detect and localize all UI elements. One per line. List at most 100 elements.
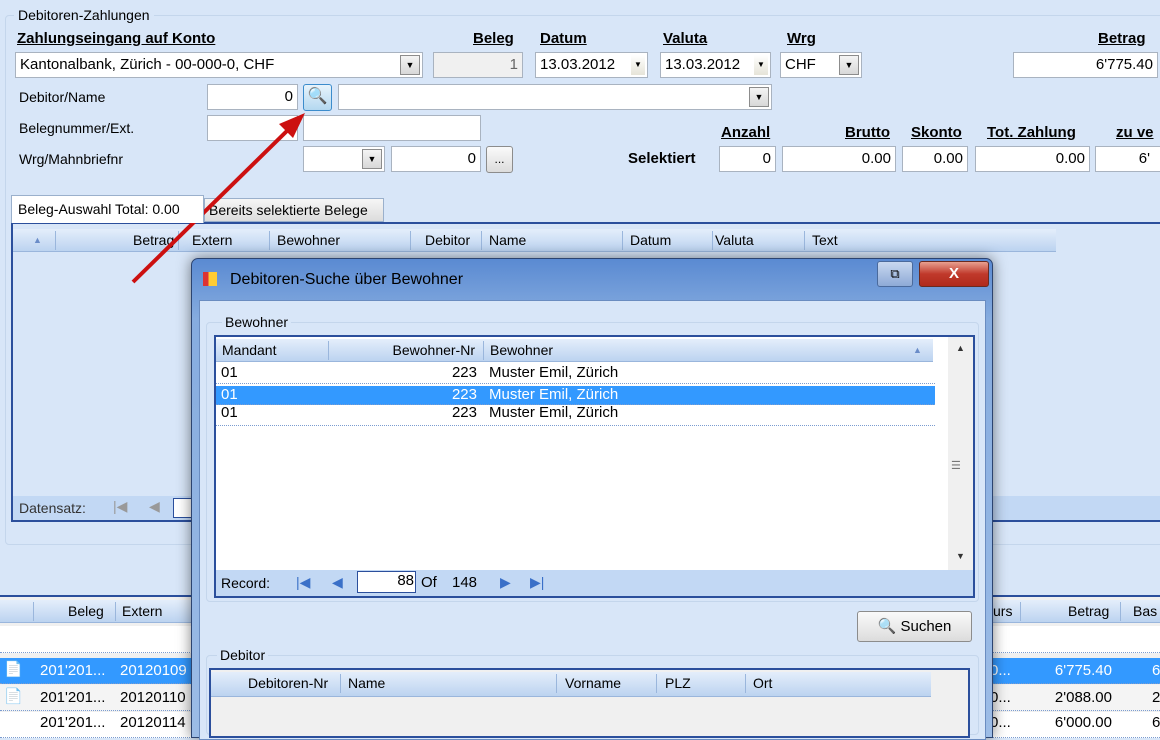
valuta-value: 13.03.2012 — [665, 56, 741, 73]
debitor-group-label: Debitor — [217, 647, 269, 663]
skonto-header: Skonto — [911, 124, 962, 141]
cell-betrag: 6'000.00 — [1054, 714, 1112, 731]
debitor-field[interactable]: 0 — [207, 84, 298, 110]
chevron-down-icon[interactable]: ▼ — [631, 55, 645, 75]
record-input[interactable]: 88 — [357, 571, 416, 593]
first-record-icon[interactable]: |◀ — [113, 498, 127, 515]
cell-betrag: 6'775.40 — [1054, 662, 1112, 679]
col-datum[interactable]: Datum — [630, 232, 671, 248]
bewohner-grid-header: Mandant Bewohner-Nr Bewohner ▲ — [216, 339, 933, 362]
col-valuta[interactable]: Valuta — [715, 232, 754, 248]
belegnr-label: Belegnummer/Ext. — [19, 120, 135, 136]
wrg-combo[interactable]: CHF ▼ — [780, 52, 862, 78]
app-icon — [203, 272, 217, 286]
sort-icon[interactable]: ▲ — [913, 345, 922, 355]
skonto-field: 0.00 — [902, 146, 968, 172]
scroll-grip-icon[interactable]: ☰ — [951, 459, 961, 472]
table-row[interactable]: 01 223 Muster Emil, Zürich — [216, 386, 935, 405]
col-ort[interactable]: Ort — [753, 675, 772, 691]
cell-extern: 20120109 — [120, 662, 187, 679]
datum-picker[interactable]: 13.03.2012 ▼ — [535, 52, 648, 78]
col-betrag[interactable]: Betrag — [133, 232, 174, 248]
datum-value: 13.03.2012 — [540, 56, 616, 73]
cell-bas: 2 — [1152, 689, 1160, 706]
cell-name: Muster Emil, Zürich — [489, 364, 619, 381]
close-button[interactable]: X — [919, 261, 989, 287]
zu-verteilen-field: 6' — [1095, 146, 1160, 172]
col-bewohner[interactable]: Bewohner — [490, 342, 553, 358]
cell-name: Muster Emil, Zürich — [489, 404, 619, 421]
record-nav: Record: |◀ ◀ 88 Of 148 ▶ ▶| — [216, 570, 973, 596]
betrag-field[interactable]: 6'775.40 — [1013, 52, 1158, 78]
restore-button[interactable]: ⧉ — [877, 261, 913, 287]
konto-value: Kantonalbank, Zürich - 00-000-0, CHF — [20, 56, 275, 73]
prev-record-icon[interactable]: ◀ — [149, 498, 160, 515]
cell-nr: 223 — [451, 364, 477, 381]
mahn-nr-field[interactable]: 0 — [391, 146, 481, 172]
wrg-value: CHF — [785, 56, 816, 73]
cell-betrag: 2'088.00 — [1054, 689, 1112, 706]
col-extern[interactable]: Extern — [192, 232, 232, 248]
cell-beleg: 201'201... — [40, 689, 106, 706]
col-text[interactable]: Text — [812, 232, 838, 248]
selektiert-label: Selektiert — [628, 150, 696, 167]
col-extern[interactable]: Extern — [122, 603, 162, 619]
dialog-title: Debitoren-Suche über Bewohner — [230, 271, 464, 288]
cell-mandant: 01 — [221, 386, 238, 403]
col-mandant[interactable]: Mandant — [222, 342, 276, 358]
col-betrag[interactable]: Betrag — [1068, 603, 1109, 619]
col-vorname[interactable]: Vorname — [565, 675, 621, 691]
col-bas[interactable]: Bas — [1133, 603, 1157, 619]
top-grid-header: ▲ Betrag Extern Bewohner Debitor Name Da… — [13, 229, 1056, 252]
debitor-grid-header: Debitoren-Nr Name Vorname PLZ Ort — [211, 672, 931, 697]
col-name[interactable]: Name — [489, 232, 526, 248]
col-kurs[interactable]: urs — [993, 603, 1012, 619]
col-bewohner[interactable]: Bewohner — [277, 232, 340, 248]
debitor-name-combo[interactable]: ▼ — [338, 84, 772, 110]
sort-icon[interactable]: ▲ — [33, 235, 42, 245]
chevron-down-icon[interactable]: ▼ — [839, 55, 859, 75]
chevron-down-icon[interactable]: ▼ — [362, 149, 382, 169]
next-record-icon[interactable]: ▶ — [500, 574, 511, 591]
chevron-down-icon[interactable]: ▼ — [754, 55, 768, 75]
scroll-up-icon[interactable]: ▲ — [956, 343, 965, 353]
cell-extern: 20120110 — [120, 689, 186, 706]
beleg-header: Beleg — [473, 30, 514, 47]
col-beleg[interactable]: Beleg — [68, 603, 104, 619]
mahn-wrg-combo[interactable]: ▼ — [303, 146, 385, 172]
belegnr-field[interactable] — [207, 115, 298, 141]
chevron-down-icon[interactable]: ▼ — [400, 55, 420, 75]
debitor-search-button[interactable]: 🔍 — [303, 84, 332, 111]
cell-beleg: 201'201... — [40, 714, 106, 731]
scroll-down-icon[interactable]: ▼ — [956, 551, 965, 561]
tab-bereits-selektiert[interactable]: Bereits selektierte Belege — [204, 198, 384, 222]
col-debitoren-nr[interactable]: Debitoren-Nr — [248, 675, 328, 691]
col-bewohner-nr[interactable]: Bewohner-Nr — [393, 342, 475, 358]
prev-record-icon[interactable]: ◀ — [332, 574, 343, 591]
col-plz[interactable]: PLZ — [665, 675, 691, 691]
zu-verteilen-header: zu ve — [1116, 124, 1154, 141]
chevron-down-icon[interactable]: ▼ — [749, 87, 769, 107]
vertical-scrollbar[interactable]: ▲ ☰ ▼ — [948, 337, 973, 570]
col-debitor[interactable]: Debitor — [425, 232, 470, 248]
search-icon: 🔍 — [307, 88, 328, 105]
search-button-label: Suchen — [900, 618, 952, 635]
datensatz-label: Datensatz: — [19, 500, 86, 516]
table-row[interactable]: 01 223 Muster Emil, Zürich — [216, 363, 935, 384]
mahn-label: Wrg/Mahnbriefnr — [19, 151, 124, 167]
more-button[interactable]: ... — [486, 146, 513, 173]
col-name[interactable]: Name — [348, 675, 385, 691]
datum-header: Datum — [540, 30, 587, 47]
record-total: 148 — [452, 574, 478, 591]
tab-beleg-auswahl[interactable]: Beleg-Auswahl Total: 0.00 — [11, 195, 204, 223]
cell-kurs: 0... — [990, 689, 1011, 706]
last-record-icon[interactable]: ▶| — [530, 574, 544, 591]
valuta-picker[interactable]: 13.03.2012 ▼ — [660, 52, 771, 78]
ext-field[interactable] — [303, 115, 481, 141]
search-icon: 🔍 — [877, 618, 897, 635]
search-button[interactable]: 🔍 Suchen — [857, 611, 972, 642]
tot-zahlung-header: Tot. Zahlung — [987, 124, 1076, 141]
table-row[interactable]: 01 223 Muster Emil, Zürich — [216, 404, 935, 426]
first-record-icon[interactable]: |◀ — [296, 574, 310, 591]
konto-combo[interactable]: Kantonalbank, Zürich - 00-000-0, CHF ▼ — [15, 52, 423, 78]
